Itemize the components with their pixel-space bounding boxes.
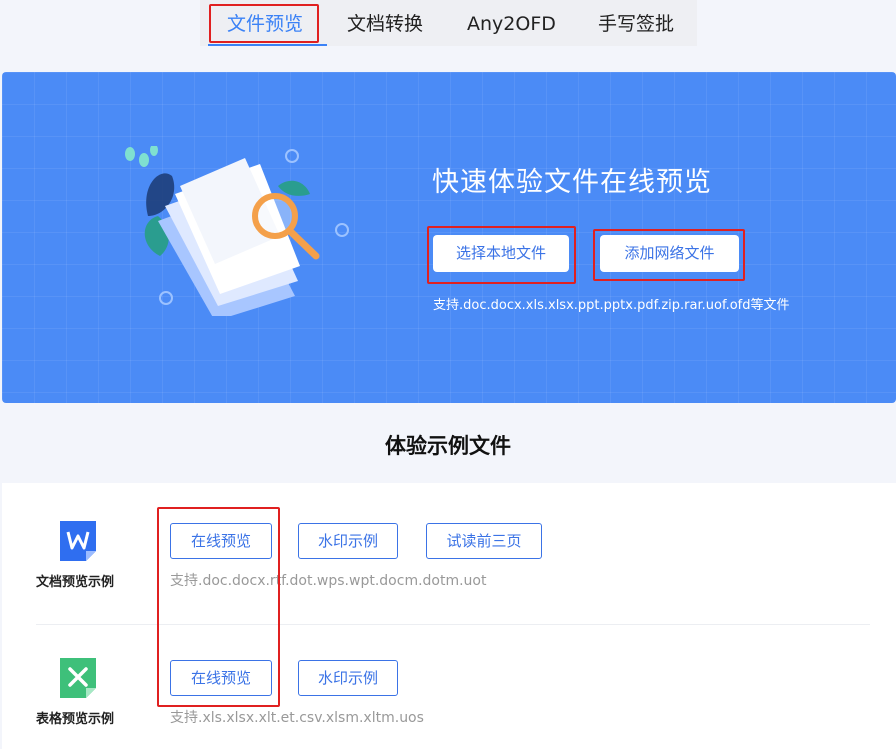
sample-files-title: 体验示例文件: [385, 434, 511, 458]
sheet-watermark-example-button[interactable]: 水印示例: [298, 660, 398, 696]
hero-title: 快速体验文件在线预览: [432, 167, 712, 198]
doc-online-preview-button[interactable]: 在线预览: [170, 523, 272, 559]
doc-read-first-three-pages-button[interactable]: 试读前三页: [426, 523, 542, 559]
doc-preview-label: 文档预览示例: [36, 575, 115, 590]
doc-supported-formats: 支持.doc.docx.rtf.dot.wps.wpt.docm.dotm.uo…: [170, 573, 487, 589]
word-doc-icon: [60, 521, 96, 561]
sheet-preview-label: 表格预览示例: [36, 712, 115, 727]
hero-banner: 快速体验文件在线预览 选择本地文件 添加网络文件 支持.doc.docx.xls…: [2, 72, 896, 403]
add-network-file-button[interactable]: 添加网络文件: [600, 235, 739, 272]
sheet-online-preview-button[interactable]: 在线预览: [170, 660, 272, 696]
tab-file-preview[interactable]: 文件预览: [227, 10, 303, 38]
excel-sheet-icon: [60, 658, 96, 698]
active-tab-underline: [208, 44, 327, 46]
sample-files-card: 文档预览示例 在线预览 水印示例 试读前三页 支持.doc.docx.rtf.d…: [2, 483, 896, 749]
tab-handwriting-sign[interactable]: 手写签批: [598, 10, 674, 38]
top-tab-bar: 文件预览 文档转换 Any2OFD 手写签批: [200, 0, 697, 46]
supported-formats-text: 支持.doc.docx.xls.xlsx.ppt.pptx.pdf.zip.ra…: [433, 298, 790, 313]
document-magnifier-illustration: [125, 146, 349, 316]
tab-document-conversion[interactable]: 文档转换: [347, 10, 423, 38]
select-local-file-button[interactable]: 选择本地文件: [433, 235, 569, 272]
row-divider: [36, 624, 870, 625]
doc-watermark-example-button[interactable]: 水印示例: [298, 523, 398, 559]
sheet-supported-formats: 支持.xls.xlsx.xlt.et.csv.xlsm.xltm.uos: [170, 710, 424, 726]
tab-any2ofd[interactable]: Any2OFD: [467, 10, 556, 38]
